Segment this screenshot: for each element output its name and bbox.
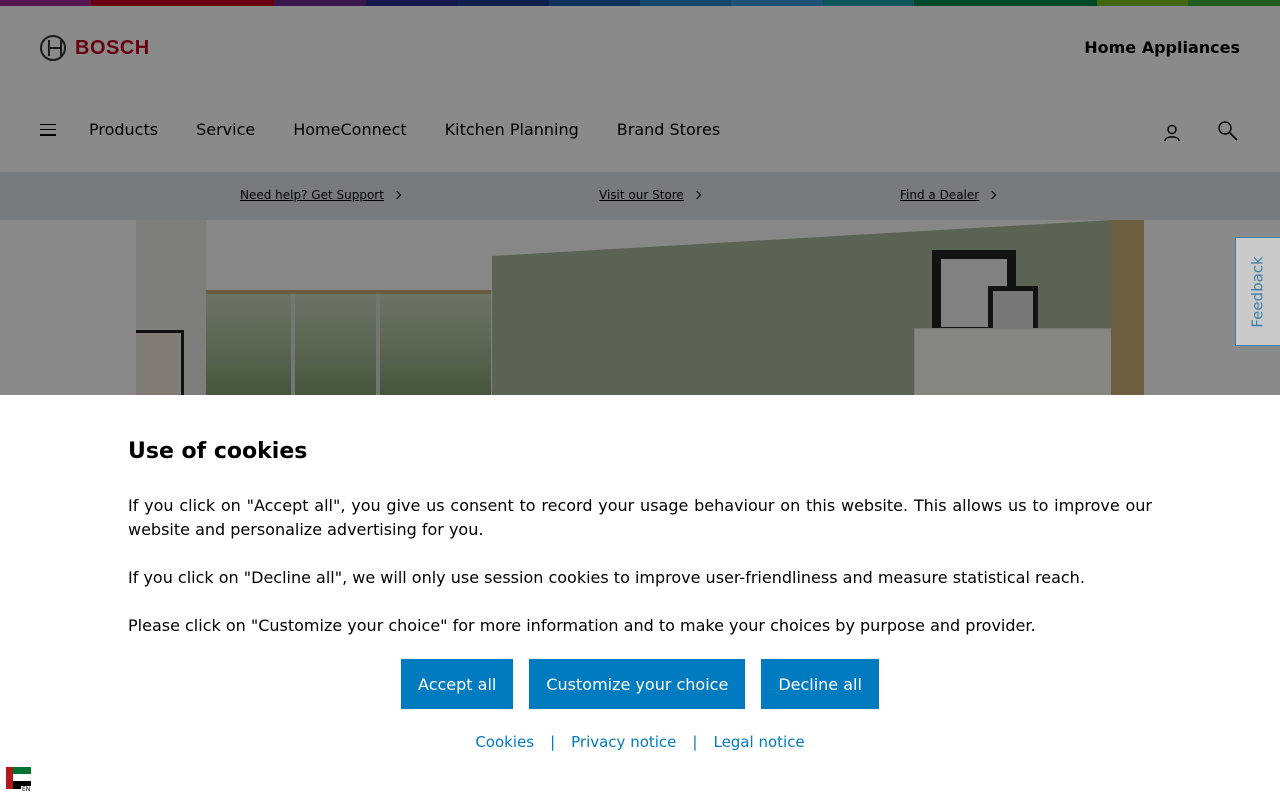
cookie-footer-links: Cookies | Privacy notice | Legal notice: [0, 733, 1280, 751]
privacy-notice-link[interactable]: Privacy notice: [571, 733, 676, 751]
link-separator: |: [692, 733, 698, 751]
feedback-label: Feedback: [1249, 255, 1267, 328]
legal-notice-link[interactable]: Legal notice: [713, 733, 804, 751]
cookie-title: Use of cookies: [128, 439, 308, 464]
uae-flag-icon[interactable]: EN: [6, 767, 32, 793]
locale-code: EN: [21, 786, 32, 793]
feedback-tab[interactable]: Feedback: [1235, 237, 1280, 346]
customize-choice-button[interactable]: Customize your choice: [529, 659, 746, 709]
decline-all-button[interactable]: Decline all: [761, 659, 879, 709]
cookie-consent-panel: Use of cookies If you click on "Accept a…: [0, 395, 1280, 800]
cookie-paragraph-accept: If you click on "Accept all", you give u…: [128, 496, 1152, 539]
link-separator: |: [550, 733, 556, 751]
cookies-link[interactable]: Cookies: [475, 733, 534, 751]
cookie-paragraph-decline: If you click on "Decline all", we will o…: [128, 568, 1085, 587]
cookie-buttons: Accept all Customize your choice Decline…: [0, 659, 1280, 709]
accept-all-button[interactable]: Accept all: [401, 659, 514, 709]
cookie-paragraph-customize: Please click on "Customize your choice" …: [128, 616, 1036, 635]
